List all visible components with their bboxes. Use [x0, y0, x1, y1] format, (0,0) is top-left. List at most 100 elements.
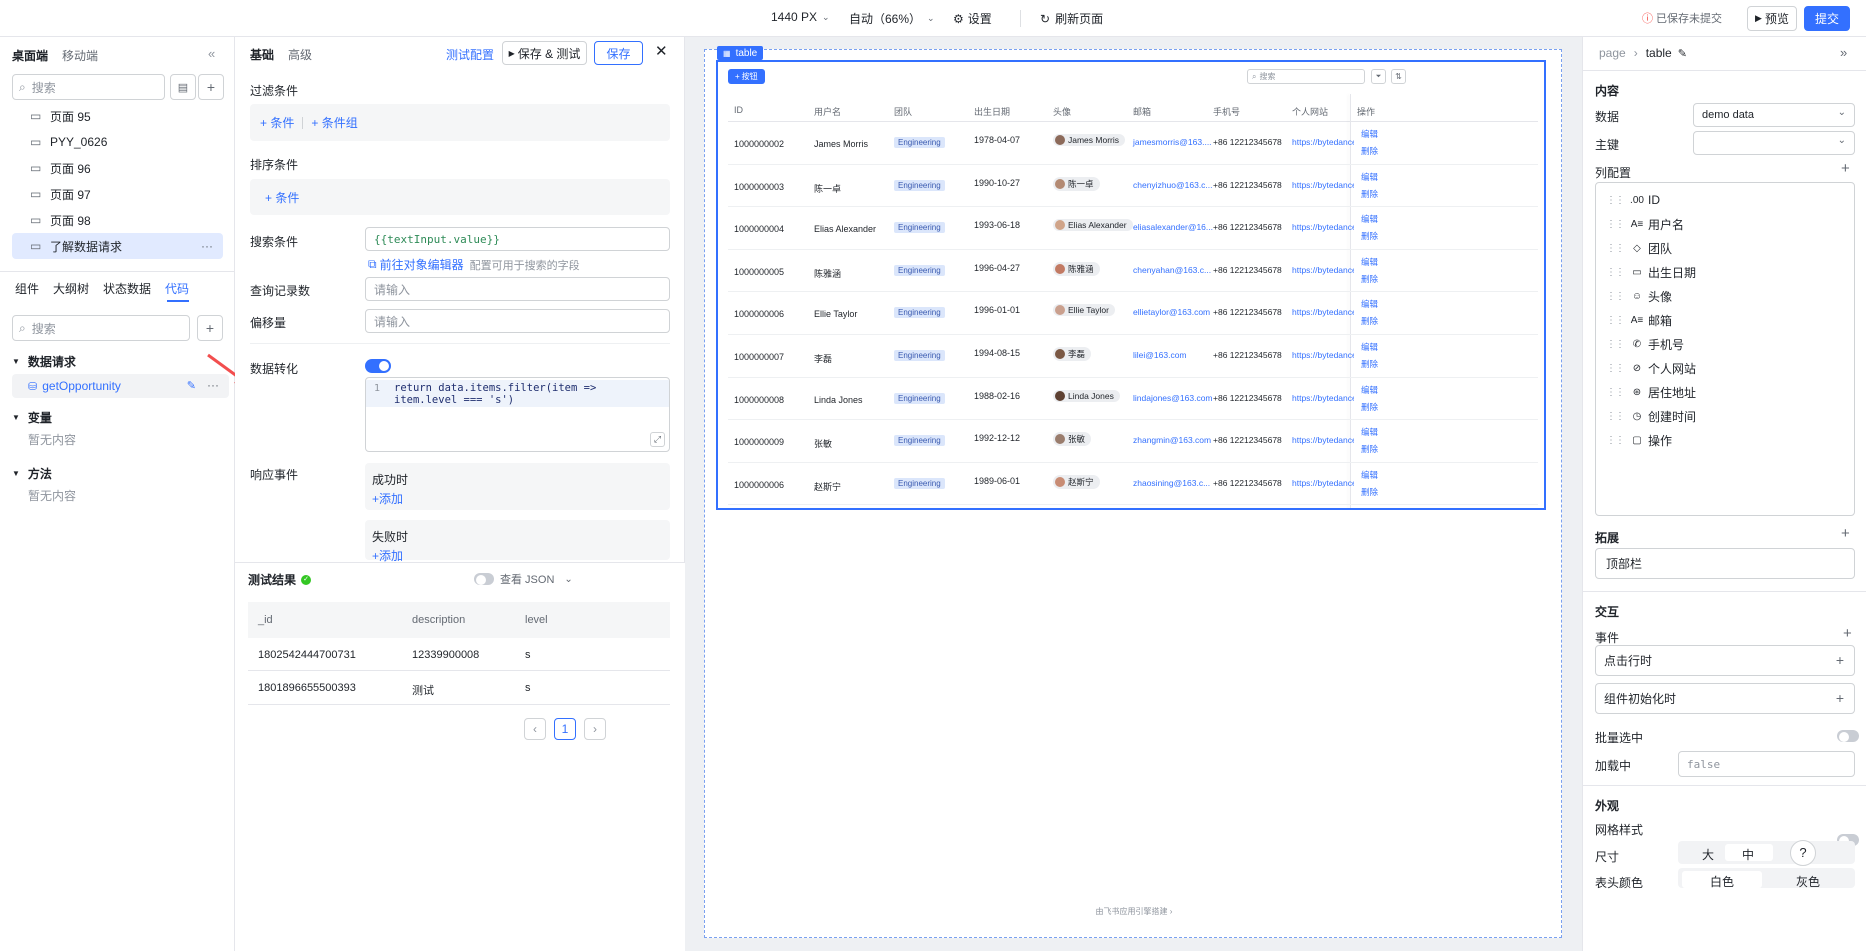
row-edit-link[interactable]: 编辑 [1361, 171, 1378, 183]
row-edit-link[interactable]: 编辑 [1361, 426, 1378, 438]
add-sort-button[interactable]: + 条件 [265, 189, 299, 206]
methods-group[interactable]: ▼ 方法 [12, 465, 52, 482]
table-add-button[interactable]: + 按钮 [728, 69, 765, 84]
filter-icon[interactable]: ⏷ [1371, 69, 1386, 84]
chevron-down-icon[interactable]: ⌄ [564, 574, 572, 585]
drag-handle-icon[interactable]: ⋮⋮ [1606, 243, 1625, 254]
add-code-button[interactable]: + [197, 315, 223, 341]
row-delete-link[interactable]: 删除 [1361, 443, 1378, 455]
page-item-active[interactable]: ▭ 了解数据请求 ··· [12, 233, 223, 259]
add-condition-button[interactable]: + 条件 [260, 114, 294, 131]
request-item[interactable]: ⛁ getOpportunity ✎ ··· [12, 374, 229, 398]
tab-code[interactable]: 代码 [165, 280, 189, 297]
tab-advanced[interactable]: 高级 [288, 46, 312, 63]
preview-button[interactable]: ▶ 预览 [1747, 6, 1797, 31]
loading-input[interactable]: false [1678, 751, 1855, 777]
tab-basic[interactable]: 基础 [250, 46, 274, 63]
close-icon[interactable]: ✕ [655, 42, 668, 60]
cell-website[interactable]: https://bytedance. [1292, 222, 1354, 232]
column-config-item[interactable]: ⋮⋮ ◇ 团队 [1596, 236, 1854, 260]
edit-icon[interactable]: ✎ [1678, 47, 1687, 60]
drag-handle-icon[interactable]: ⋮⋮ [1606, 219, 1625, 230]
drag-handle-icon[interactable]: ⋮⋮ [1606, 435, 1625, 446]
page-number-button[interactable]: 1 [554, 718, 576, 740]
json-toggle[interactable] [474, 573, 494, 585]
table-row[interactable]: 1000000006 Ellie Taylor Engineering 1996-01… [728, 292, 1538, 335]
page-search-input[interactable]: ⌕ 搜索 [12, 74, 165, 100]
cell-email[interactable]: lindajones@163.com [1133, 393, 1213, 403]
column-config-item[interactable]: ⋮⋮ ▢ 操作 [1596, 429, 1854, 453]
test-config-link[interactable]: 测试配置 [446, 46, 494, 63]
table-row[interactable]: 1000000009 张敏 Engineering 1992-12-12 张敏 zhang… [728, 420, 1538, 463]
add-extend-icon[interactable]: + [1841, 525, 1850, 542]
tab-state-data[interactable]: 状态数据 [103, 280, 151, 297]
save-button[interactable]: 保存 [594, 41, 643, 65]
event-init[interactable]: 组件初始化时 + [1595, 683, 1855, 714]
row-delete-link[interactable]: 删除 [1361, 401, 1378, 413]
table-row[interactable]: 1000000002 James Morris Engineering 1978-04… [728, 122, 1538, 165]
extend-item-topbar[interactable]: 顶部栏 [1595, 548, 1855, 579]
offset-input[interactable]: 请输入 [365, 309, 670, 333]
column-config-item[interactable]: ⋮⋮ ⊛ 居住地址 [1596, 381, 1854, 405]
row-delete-link[interactable]: 删除 [1361, 273, 1378, 285]
header-color-gray[interactable]: 灰色 [1796, 873, 1820, 888]
batch-select-toggle[interactable] [1837, 730, 1859, 742]
column-config-item[interactable]: ⋮⋮ A≡ 邮箱 [1596, 308, 1854, 332]
table-row[interactable]: 1000000004 Elias Alexander Engineering 1993… [728, 207, 1538, 250]
canvas-width-select[interactable]: 1440 PX ⌄ [771, 10, 830, 24]
row-edit-link[interactable]: 编辑 [1361, 256, 1378, 268]
add-condition-group-button[interactable]: + 条件组 [311, 114, 357, 131]
cell-email[interactable]: zhaosining@163.c... [1133, 478, 1210, 488]
drag-handle-icon[interactable]: ⋮⋮ [1606, 267, 1625, 278]
object-editor-link[interactable]: 前往对象编辑器 [380, 256, 464, 273]
drag-handle-icon[interactable]: ⋮⋮ [1606, 291, 1625, 302]
row-delete-link[interactable]: 删除 [1361, 358, 1378, 370]
page-item[interactable]: ▭ 页面 97 [0, 181, 235, 207]
page-item[interactable]: ▭ 页面 98 [0, 207, 235, 233]
size-option-large[interactable]: 大 [1702, 846, 1714, 863]
cell-website[interactable]: https://bytedance. [1292, 393, 1354, 403]
expand-icon[interactable]: ⤢ [650, 432, 665, 447]
add-event-icon[interactable]: + [1843, 625, 1852, 642]
table-component[interactable]: + 按钮 ⌕ 搜索 ⏷ ⇅ ID 用户名 团队 出生日期 头像 邮箱 手机号 个… [716, 60, 1546, 510]
cell-website[interactable]: https://bytedance. [1292, 137, 1354, 147]
submit-button[interactable]: 提交 [1804, 6, 1850, 31]
add-success-action-button[interactable]: +添加 [372, 490, 403, 507]
drag-handle-icon[interactable]: ⋮⋮ [1606, 339, 1625, 350]
column-config-item[interactable]: ⋮⋮ ◷ 创建时间 [1596, 405, 1854, 429]
refresh-page-button[interactable]: ↻ 刷新页面 [1040, 10, 1103, 27]
cell-website[interactable]: https://bytedance. [1292, 478, 1354, 488]
size-option-medium[interactable]: 中 [1742, 846, 1754, 863]
save-and-test-button[interactable]: ▶ 保存 & 测试 [502, 41, 587, 65]
column-config-item[interactable]: ⋮⋮ A≡ 用户名 [1596, 212, 1854, 236]
column-config-item[interactable]: ⋮⋮ ✆ 手机号 [1596, 333, 1854, 357]
column-config-item[interactable]: ⋮⋮ ⊘ 个人网站 [1596, 357, 1854, 381]
column-config-item[interactable]: ⋮⋮ ▭ 出生日期 [1596, 260, 1854, 284]
cell-website[interactable]: https://bytedance. [1292, 307, 1354, 317]
collapse-panel-icon[interactable]: « [208, 46, 215, 61]
table-row[interactable]: 1000000007 李磊 Engineering 1994-08-15 李磊 lilei… [728, 335, 1538, 378]
prev-page-button[interactable]: ‹ [524, 718, 546, 740]
tab-components[interactable]: 组件 [15, 280, 39, 297]
tab-outline[interactable]: 大纲树 [53, 280, 89, 297]
view-json-toggle[interactable]: 查看 JSON ⌄ [474, 571, 573, 587]
cell-website[interactable]: https://bytedance. [1292, 265, 1354, 275]
drag-handle-icon[interactable]: ⋮⋮ [1606, 195, 1625, 206]
more-icon[interactable]: ··· [201, 239, 213, 253]
cell-email[interactable]: eliasalexander@16... [1133, 222, 1213, 232]
tab-mobile[interactable]: 移动端 [62, 47, 98, 64]
row-edit-link[interactable]: 编辑 [1361, 384, 1378, 396]
data-source-select[interactable]: demo data ⌄ [1693, 103, 1855, 127]
page-item[interactable]: ▭ PYY_0626 [0, 129, 235, 155]
settings-button[interactable]: ⚙ 设置 [953, 10, 992, 27]
code-search-input[interactable]: ⌕ 搜索 [12, 315, 190, 341]
variables-group[interactable]: ▼ 变量 [12, 409, 52, 426]
row-edit-link[interactable]: 编辑 [1361, 469, 1378, 481]
row-delete-link[interactable]: 删除 [1361, 315, 1378, 327]
transform-toggle[interactable] [365, 359, 391, 373]
column-config-item[interactable]: ⋮⋮ ☺ 头像 [1596, 284, 1854, 308]
row-edit-link[interactable]: 编辑 [1361, 128, 1378, 140]
page-item[interactable]: ▭ 页面 96 [0, 155, 235, 181]
drag-handle-icon[interactable]: ⋮⋮ [1606, 315, 1625, 326]
cell-website[interactable]: https://bytedance. [1292, 180, 1354, 190]
